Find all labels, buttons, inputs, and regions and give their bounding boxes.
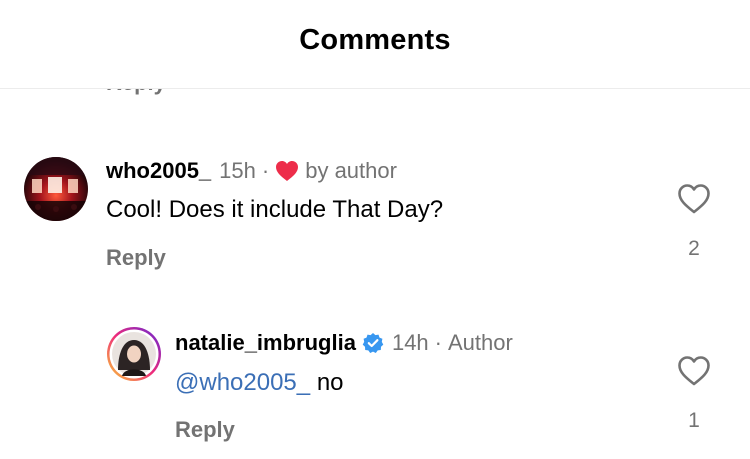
reply-username[interactable]: natalie_imbruglia bbox=[175, 330, 356, 356]
like-column: 2 bbox=[674, 183, 714, 261]
comment-text: Cool! Does it include That Day? bbox=[106, 196, 444, 223]
reply-time: 14h bbox=[391, 330, 429, 355]
like-count: 1 bbox=[688, 409, 700, 432]
liked-by-author-label: by author bbox=[305, 158, 397, 183]
like-column: 1 bbox=[674, 355, 714, 433]
avatar[interactable] bbox=[106, 326, 162, 382]
page-title: Comments bbox=[299, 24, 451, 56]
comment-meta: who2005_ 15h · by author bbox=[106, 158, 397, 184]
reply-button[interactable]: Reply bbox=[175, 417, 235, 443]
like-count: 2 bbox=[688, 237, 700, 260]
heart-filled-icon bbox=[275, 160, 299, 182]
comment-time: 15h bbox=[219, 158, 256, 183]
profile-photo-avatar-icon bbox=[107, 327, 161, 381]
heart-outline-icon[interactable] bbox=[677, 355, 711, 387]
comments-header: Comments bbox=[0, 0, 750, 89]
author-label: Author bbox=[448, 330, 513, 355]
meta-separator: · bbox=[434, 330, 442, 355]
meta-separator: · bbox=[261, 158, 270, 183]
reply-meta: natalie_imbruglia 14h · Author bbox=[175, 330, 513, 356]
verified-badge-icon bbox=[362, 332, 384, 354]
comments-screen: Comments Reply bbox=[0, 0, 750, 459]
reply-text: @who2005_ no bbox=[175, 369, 344, 397]
concert-photo-avatar-icon bbox=[24, 157, 88, 221]
reply-body: no bbox=[316, 369, 344, 396]
mention-link[interactable]: @who2005_ bbox=[175, 369, 310, 396]
comment-username[interactable]: who2005_ bbox=[106, 158, 211, 184]
reply-button[interactable]: Reply bbox=[106, 245, 166, 271]
avatar[interactable] bbox=[24, 157, 88, 221]
heart-outline-icon[interactable] bbox=[677, 183, 711, 215]
